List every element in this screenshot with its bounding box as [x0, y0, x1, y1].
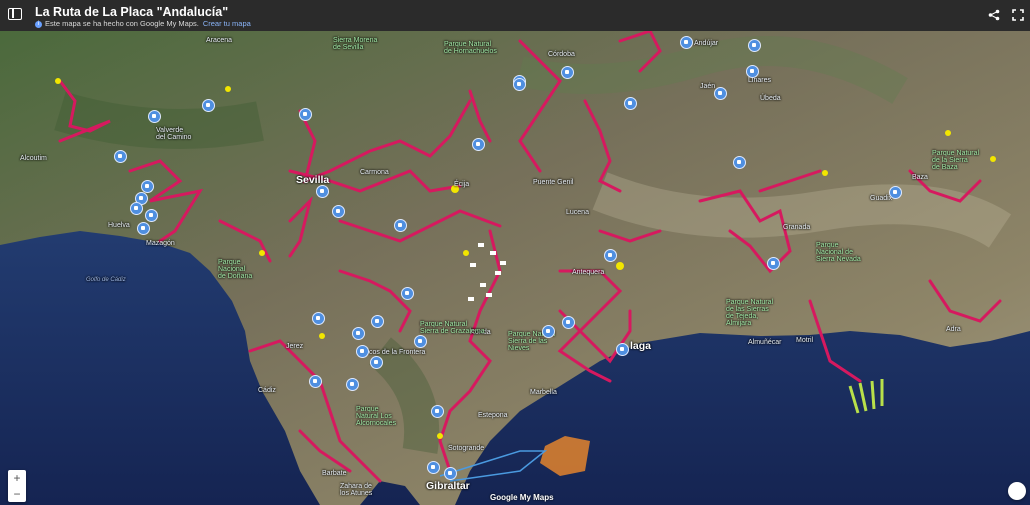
location-pin-icon[interactable] — [714, 87, 727, 100]
place-label: Carmona — [360, 169, 389, 176]
location-button[interactable] — [1008, 482, 1026, 500]
location-pin-icon[interactable] — [746, 65, 759, 78]
zoom-control: + − — [8, 470, 26, 502]
place-label: Zahara de los Atunes — [340, 483, 373, 497]
location-pin-icon[interactable] — [562, 316, 575, 329]
place-label: Mazagón — [146, 240, 175, 247]
location-pin-icon[interactable] — [114, 150, 127, 163]
place-label: Aracena — [206, 37, 233, 44]
place-label: Parque Natural de las Sierras de Tejeda,… — [726, 299, 774, 327]
location-pin-icon[interactable] — [202, 99, 215, 112]
place-label: Sierra Morena de Sevilla — [333, 37, 378, 51]
place-label: Granada — [783, 224, 811, 231]
place-label: Antequera — [572, 269, 605, 276]
place-label: Parque Nacional de Doñana — [218, 259, 253, 280]
place-label: Valverde del Camino — [156, 127, 192, 141]
place-label: Almuñécar — [748, 339, 782, 346]
location-pin-icon[interactable] — [604, 249, 617, 262]
place-label: Parque Nacional de Sierra Nevada — [816, 242, 861, 263]
map-title: La Ruta de La Placa "Andalucía" — [35, 5, 229, 19]
location-pin-icon[interactable] — [513, 78, 526, 91]
location-pin-icon[interactable] — [148, 110, 161, 123]
legend-toggle-icon[interactable] — [8, 8, 22, 20]
place-label: Estepona — [478, 412, 508, 419]
place-label: Córdoba — [548, 51, 575, 58]
place-label: Adra — [946, 326, 961, 333]
place-label: Úbeda — [760, 95, 781, 102]
zoom-in-button[interactable]: + — [8, 470, 26, 486]
location-pin-icon[interactable] — [356, 345, 369, 358]
place-label: Barbate — [322, 470, 347, 477]
location-pin-icon[interactable] — [370, 356, 383, 369]
location-pin-icon[interactable] — [299, 108, 312, 121]
place-label: Écija — [454, 181, 470, 188]
place-label: Jerez — [286, 343, 304, 350]
place-label: Parque Natural Los Alcornocales — [356, 406, 397, 427]
location-pin-icon[interactable] — [542, 325, 555, 338]
place-label: Sotogrande — [448, 445, 485, 452]
location-pin-icon[interactable] — [733, 156, 746, 169]
place-label: Gibraltar — [426, 480, 470, 492]
location-pin-icon[interactable] — [137, 222, 150, 235]
location-pin-icon[interactable] — [346, 378, 359, 391]
place-label: Parque Natural de Hornachuelos — [444, 41, 497, 55]
place-label: Cádiz — [258, 387, 276, 394]
location-pin-icon[interactable] — [141, 180, 154, 193]
zoom-out-button[interactable]: − — [8, 486, 26, 502]
location-pin-icon[interactable] — [561, 66, 574, 79]
place-label: Puente Genil — [533, 179, 574, 186]
place-label: Parque Natural Sierra de Grazalema — [420, 321, 485, 335]
location-pin-icon[interactable] — [312, 312, 325, 325]
location-pin-icon[interactable] — [767, 257, 780, 270]
map-canvas — [0, 31, 1030, 505]
location-pin-icon[interactable] — [889, 186, 902, 199]
location-pin-icon[interactable] — [401, 287, 414, 300]
place-label: Andújar — [694, 40, 719, 47]
place-label: Arcos de la Frontera — [362, 349, 426, 356]
location-pin-icon[interactable] — [431, 405, 444, 418]
map-header: La Ruta de La Placa "Andalucía" ⌄ i Este … — [0, 0, 1030, 31]
location-pin-icon[interactable] — [332, 205, 345, 218]
location-pin-icon[interactable] — [427, 461, 440, 474]
place-label: Parque Natural de la Sierra de Baza — [932, 150, 980, 171]
location-pin-icon[interactable] — [680, 36, 693, 49]
subtitle-text: Este mapa se ha hecho con Google My Maps… — [45, 19, 199, 28]
place-label: laga — [630, 340, 652, 352]
map-subtitle: i Este mapa se ha hecho con Google My Map… — [35, 19, 251, 28]
location-pin-icon[interactable] — [316, 185, 329, 198]
fullscreen-icon[interactable] — [1012, 9, 1024, 21]
title-dropdown-icon[interactable]: ⌄ — [164, 5, 172, 16]
place-label: Linares — [748, 77, 771, 84]
location-pin-icon[interactable] — [472, 138, 485, 151]
place-label: Motril — [796, 337, 814, 344]
location-pin-icon[interactable] — [352, 327, 365, 340]
location-pin-icon[interactable] — [748, 39, 761, 52]
attribution: Google My Maps — [490, 493, 554, 502]
place-label: Huelva — [108, 222, 130, 229]
location-pin-icon[interactable] — [145, 209, 158, 222]
location-pin-icon[interactable] — [371, 315, 384, 328]
place-label: Jaén — [700, 83, 716, 90]
place-label: Sevilla — [296, 174, 330, 186]
info-icon: i — [35, 20, 42, 28]
location-pin-icon[interactable] — [309, 375, 322, 388]
place-label: Marbella — [530, 389, 557, 396]
location-pin-icon[interactable] — [414, 335, 427, 348]
satellite-map[interactable]: Sevilla Gibraltar laga Córdoba Granada Marbel… — [0, 31, 1030, 505]
create-map-link[interactable]: Crear tu mapa — [203, 19, 251, 28]
place-label: Guadix — [870, 195, 893, 202]
location-pin-icon[interactable] — [624, 97, 637, 110]
location-pin-icon[interactable] — [394, 219, 407, 232]
place-label: Golfo de Cádiz — [86, 277, 126, 283]
location-pin-icon[interactable] — [616, 343, 629, 356]
place-label: Alcoutim — [20, 155, 47, 162]
location-pin-icon[interactable] — [130, 202, 143, 215]
place-label: Baza — [912, 174, 928, 181]
share-icon[interactable] — [988, 9, 1000, 21]
location-pin-icon[interactable] — [444, 467, 457, 480]
place-label: Lucena — [566, 209, 589, 216]
